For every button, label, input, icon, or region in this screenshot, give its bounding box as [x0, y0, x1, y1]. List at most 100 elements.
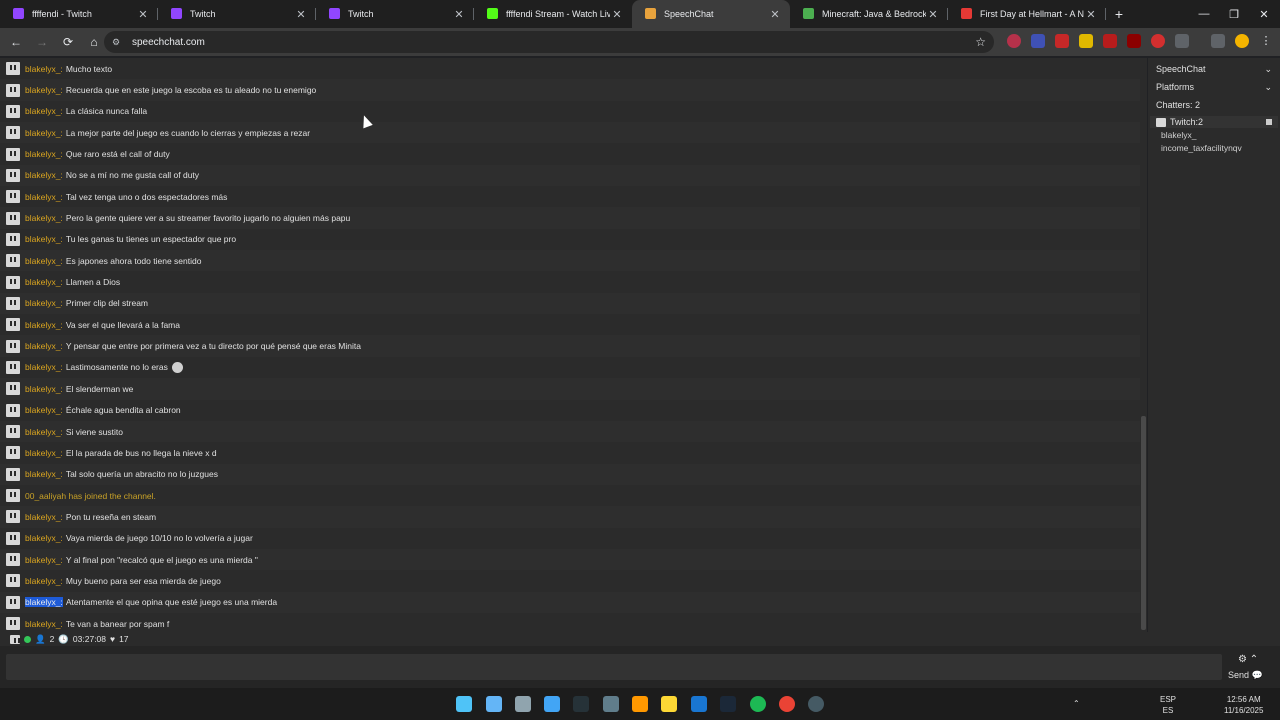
chatter-item[interactable]: blakelyx_	[1148, 128, 1280, 141]
chat-scroll-thumb[interactable]	[1141, 416, 1146, 630]
windows-start-icon[interactable]	[456, 696, 472, 712]
extension-icon[interactable]	[1103, 34, 1117, 48]
chat-username[interactable]: blakelyx_:	[25, 555, 63, 565]
chat-username[interactable]: blakelyx_:	[25, 341, 63, 351]
speechchat-section[interactable]: SpeechChat ⌄	[1148, 60, 1280, 78]
chat-message[interactable]: blakelyx_: Vaya mierda de juego 10/10 no …	[0, 528, 1140, 549]
chat-message[interactable]: blakelyx_: El la parada de bus no llega l…	[0, 442, 1140, 463]
chat-username[interactable]: blakelyx_:	[25, 170, 63, 180]
tray-overflow-icon[interactable]: ⌃	[1073, 698, 1080, 709]
chat-username[interactable]: blakelyx_:	[25, 533, 63, 543]
chat-message[interactable]: blakelyx_: Muy bueno para ser esa mierda …	[0, 570, 1140, 591]
chat-username[interactable]: blakelyx_:	[25, 277, 63, 287]
close-tab-icon[interactable]: ✕	[610, 8, 624, 21]
chat-message[interactable]: blakelyx_: Mucho texto	[0, 58, 1140, 79]
taskbar-app-icon[interactable]	[603, 696, 619, 712]
chat-username[interactable]: blakelyx_:	[25, 298, 63, 308]
bookmark-star-icon[interactable]: ☆	[975, 35, 986, 49]
language-indicator[interactable]: ESP ES	[1160, 694, 1176, 716]
chat-message[interactable]: blakelyx_: La clásica nunca falla	[0, 101, 1140, 122]
browser-tab[interactable]: First Day at Hellmart - A Night✕	[948, 0, 1106, 28]
chat-username[interactable]: blakelyx_:	[25, 427, 63, 437]
browser-tab[interactable]: ffffendi Stream - Watch Live on✕	[474, 0, 632, 28]
chat-username[interactable]: blakelyx_:	[25, 256, 63, 266]
clock[interactable]: 12:56 AM 11/16/2025	[1224, 694, 1263, 716]
chrome-icon[interactable]	[779, 696, 795, 712]
taskbar-app-icon[interactable]	[573, 696, 589, 712]
chat-username[interactable]: blakelyx_:	[25, 469, 63, 479]
extensions-puzzle-icon[interactable]	[1175, 34, 1189, 48]
chat-message[interactable]: blakelyx_: Te van a banear por spam f	[0, 613, 1140, 632]
chat-username[interactable]: blakelyx_:	[25, 576, 63, 586]
chat-username[interactable]: blakelyx_:	[25, 362, 63, 372]
file-explorer-icon[interactable]	[661, 696, 677, 712]
forward-button[interactable]: →	[30, 30, 54, 54]
chat-message[interactable]: blakelyx_: Pon tu reseña en steam	[0, 506, 1140, 528]
platforms-section[interactable]: Platforms ⌄	[1148, 78, 1280, 96]
browser-tab[interactable]: Twitch ✕	[158, 0, 316, 28]
browser-tab[interactable]: SpeechChat ✕	[632, 0, 790, 28]
chat-message[interactable]: blakelyx_: Pero la gente quiere ver a su …	[0, 207, 1140, 229]
close-tab-icon[interactable]: ✕	[1084, 8, 1098, 21]
close-window-button[interactable]: ✕	[1248, 0, 1280, 28]
site-info-icon[interactable]: ⚙	[112, 37, 124, 48]
browser-tab[interactable]: Minecraft: Java & Bedrock Editi✕	[790, 0, 948, 28]
steam-icon[interactable]	[720, 696, 736, 712]
chat-username[interactable]: blakelyx_:	[25, 213, 63, 223]
chat-message[interactable]: blakelyx_: Tu les ganas tu tienes un espe…	[0, 229, 1140, 250]
home-button[interactable]: ⌂	[82, 30, 106, 54]
settings-icon[interactable]: ⚙ ⌃	[1238, 654, 1258, 665]
chat-username[interactable]: blakelyx_:	[25, 448, 63, 458]
chat-message[interactable]: blakelyx_: Y al final pon "recalcó que el…	[0, 548, 1140, 571]
chat-message[interactable]: blakelyx_: Tal vez tenga uno o dos espect…	[0, 186, 1140, 207]
address-bar[interactable]: ⚙ speechchat.com ☆	[104, 31, 994, 53]
chat-username[interactable]: blakelyx_:	[25, 149, 63, 159]
chat-username[interactable]: blakelyx_:	[25, 405, 63, 415]
extension-icon[interactable]	[1079, 34, 1093, 48]
back-button[interactable]: ←	[4, 30, 28, 54]
extension-icon[interactable]	[1151, 34, 1165, 48]
chat-username[interactable]: blakelyx_:	[25, 106, 63, 116]
close-tab-icon[interactable]: ✕	[452, 8, 466, 21]
media-control-icon[interactable]	[1211, 34, 1225, 48]
chat-message[interactable]: blakelyx_: Lastimosamente no lo eras	[0, 357, 1140, 378]
close-tab-icon[interactable]: ✕	[294, 8, 308, 21]
chat-username[interactable]: blakelyx_:	[25, 192, 63, 202]
chat-username[interactable]: blakelyx_:	[25, 384, 63, 394]
taskbar-app-icon[interactable]	[808, 696, 824, 712]
chat-message[interactable]: 00_aaliyah has joined the channel.	[0, 485, 1140, 506]
extension-icon[interactable]	[1031, 34, 1045, 48]
chat-message[interactable]: blakelyx_: El slenderman we	[0, 378, 1140, 400]
chat-message[interactable]: blakelyx_: Llamen a Dios	[0, 271, 1140, 292]
chat-username[interactable]: blakelyx_:	[25, 234, 63, 244]
chat-message[interactable]: blakelyx_: Échale agua bendita al cabron	[0, 400, 1140, 421]
chat-message[interactable]: blakelyx_: La mejor parte del juego es cu…	[0, 122, 1140, 144]
maximize-button[interactable]: ❐	[1218, 0, 1250, 28]
chat-message[interactable]: blakelyx_: Atentamente el que opina que e…	[0, 591, 1140, 613]
chat-message[interactable]: blakelyx_: Que raro está el call of duty	[0, 143, 1140, 164]
minimize-button[interactable]: —	[1188, 0, 1220, 28]
ublock-icon[interactable]	[1127, 34, 1141, 48]
send-button[interactable]: Send 💬	[1228, 670, 1263, 681]
chat-username[interactable]: blakelyx_:	[25, 597, 63, 608]
menu-kebab-icon[interactable]: ⋮	[1259, 34, 1273, 48]
profile-avatar[interactable]	[1235, 34, 1249, 48]
chat-username[interactable]: blakelyx_:	[25, 512, 63, 522]
platform-twitch[interactable]: Twitch:2	[1150, 116, 1278, 128]
chat-username[interactable]: blakelyx_:	[25, 128, 63, 138]
chat-message[interactable]: blakelyx_: No se a mí no me gusta call of…	[0, 164, 1140, 187]
close-tab-icon[interactable]: ✕	[136, 8, 150, 21]
reload-button[interactable]: ⟳	[56, 30, 80, 54]
chat-message[interactable]: blakelyx_: Va ser el que llevará a la fam…	[0, 314, 1140, 335]
taskbar-app-icon[interactable]	[691, 696, 707, 712]
chatter-item[interactable]: income_taxfacilitynqv	[1148, 141, 1280, 154]
extension-icon[interactable]	[1055, 34, 1069, 48]
chat-username[interactable]: blakelyx_:	[25, 320, 63, 330]
chat-username[interactable]: blakelyx_:	[25, 619, 63, 629]
taskbar-app-icon[interactable]	[515, 696, 531, 712]
chat-username[interactable]: blakelyx_:	[25, 85, 63, 95]
chat-log[interactable]: blakelyx_: Mucho texto blakelyx_: Recuerda …	[0, 58, 1140, 632]
collapse-icon[interactable]	[1266, 119, 1272, 125]
chat-message[interactable]: blakelyx_: Tal solo quería un abracito no…	[0, 463, 1140, 485]
chat-message[interactable]: blakelyx_: Es japones ahora todo tiene se…	[0, 250, 1140, 272]
